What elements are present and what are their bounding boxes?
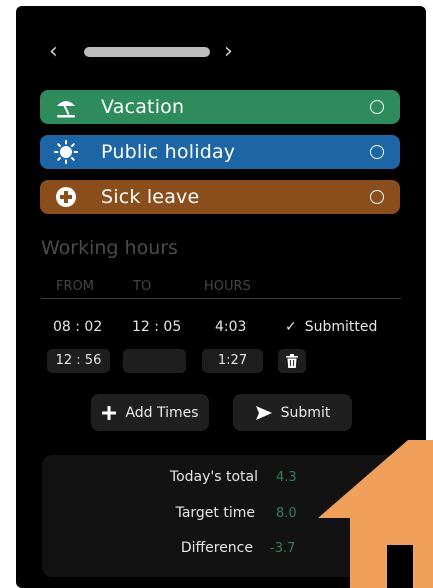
submit-label: Submit	[280, 404, 331, 421]
difference-label: Difference	[180, 540, 253, 556]
target-time-value: 8.0	[276, 506, 297, 521]
sun-icon	[54, 140, 78, 164]
add-times-label: Add Times	[125, 404, 199, 421]
radio-button[interactable]	[370, 190, 384, 204]
row-2-hours-input[interactable]: 1:27	[202, 349, 263, 373]
date-navigator: ‹ ›	[16, 36, 426, 68]
medical-cross-icon	[54, 185, 78, 209]
checkmark-icon: ✓	[285, 319, 297, 335]
category-sick-leave[interactable]: Sick leave	[40, 180, 400, 214]
difference-value: -3.7	[270, 541, 296, 556]
todays-total-label: Today's total	[169, 469, 258, 485]
row-2-to-input[interactable]	[123, 349, 186, 373]
row-1-to: 12 : 05	[132, 319, 182, 335]
home-icon[interactable]	[318, 440, 433, 588]
row-1-status: ✓ Submitted	[285, 319, 377, 335]
category-label: Vacation	[101, 96, 185, 118]
date-label-placeholder	[84, 47, 210, 57]
category-label: Public holiday	[101, 141, 236, 163]
row-1-hours: 4:03	[215, 319, 247, 335]
chevron-right-icon[interactable]: ›	[224, 36, 233, 68]
submit-button[interactable]: Submit	[233, 394, 352, 431]
add-times-button[interactable]: Add Times	[91, 394, 209, 431]
radio-button[interactable]	[370, 100, 384, 114]
send-icon	[255, 405, 273, 421]
category-vacation[interactable]: Vacation	[40, 90, 400, 124]
category-public-holiday[interactable]: Public holiday	[40, 135, 400, 169]
status-label: Submitted	[304, 319, 378, 335]
target-time-label: Target time	[175, 505, 255, 521]
plus-icon	[101, 405, 117, 421]
column-header-hours: HOURS	[204, 279, 251, 294]
column-header-to: TO	[133, 279, 152, 294]
working-hours-title: Working hours	[41, 237, 178, 259]
chevron-left-icon[interactable]: ‹	[49, 36, 58, 68]
category-label: Sick leave	[101, 186, 200, 208]
todays-total-value: 4.3	[276, 470, 297, 485]
row-1-from: 08 : 02	[53, 319, 103, 335]
delete-row-button[interactable]	[278, 349, 306, 373]
trash-icon	[286, 354, 298, 368]
row-2-from-input[interactable]: 12 : 56	[47, 349, 110, 373]
beach-umbrella-icon	[54, 95, 78, 119]
column-header-from: FROM	[56, 279, 94, 294]
divider	[41, 298, 401, 299]
radio-button[interactable]	[370, 145, 384, 159]
